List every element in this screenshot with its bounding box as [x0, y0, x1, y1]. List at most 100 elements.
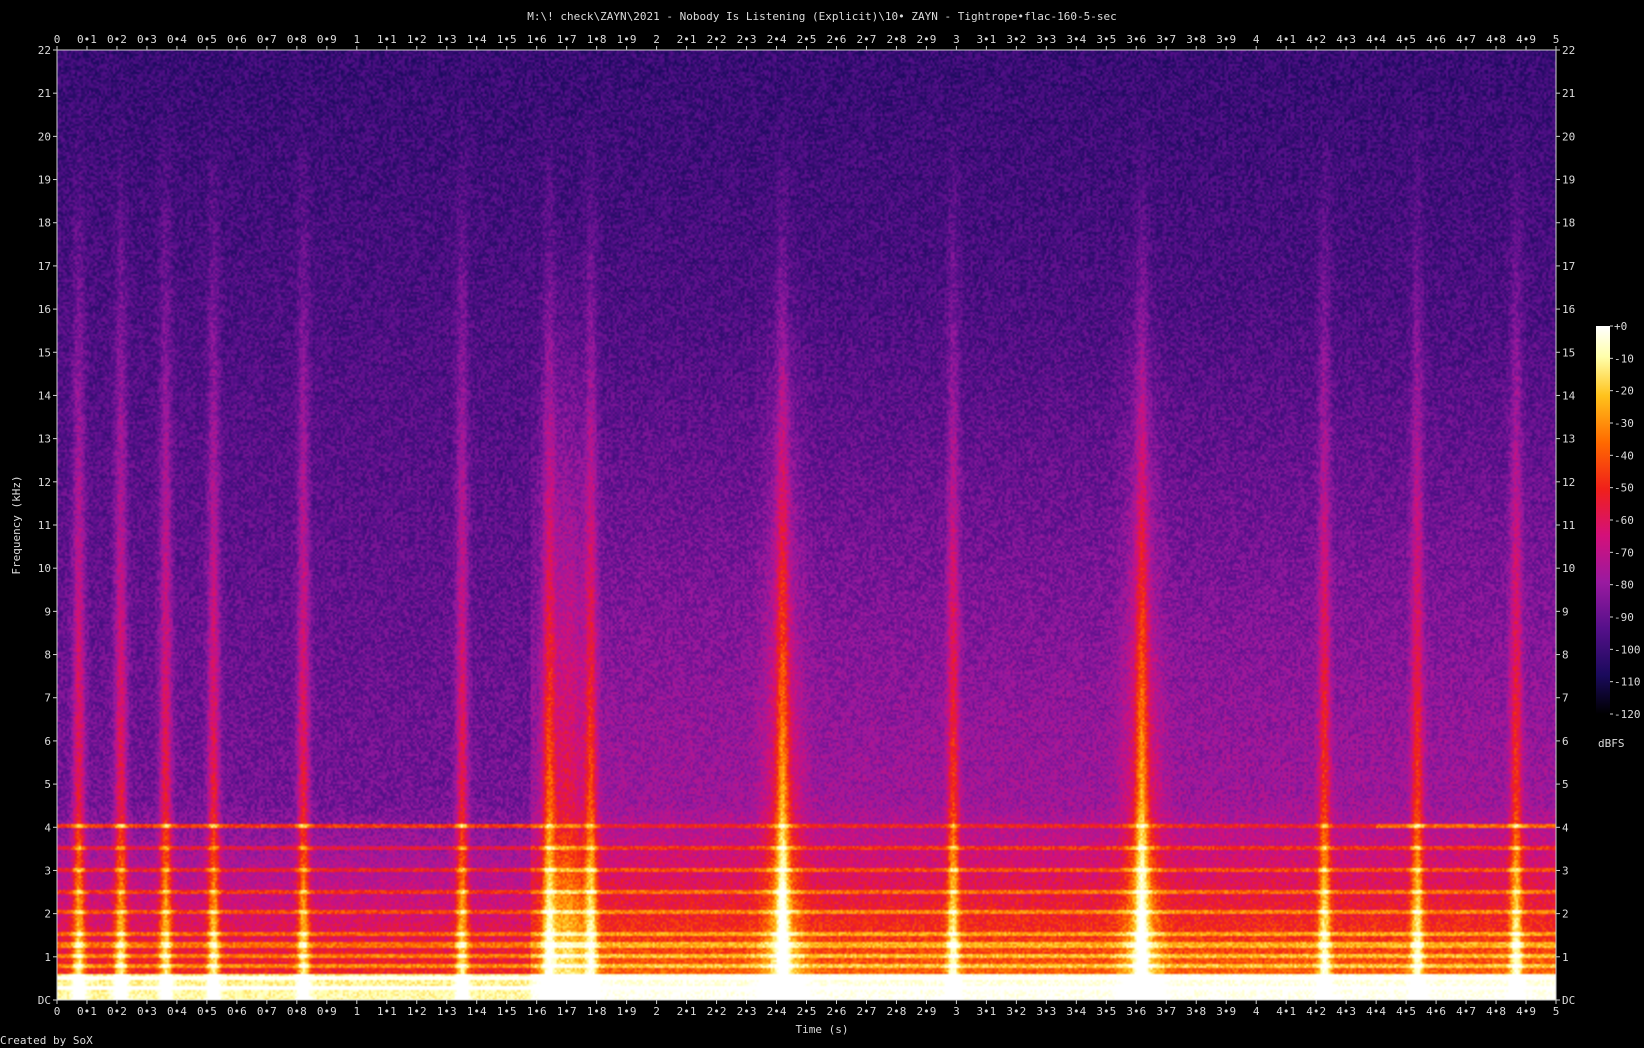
x-tick-label-bottom: 4•1 — [1276, 1005, 1296, 1018]
x-tick-label-bottom: 3•9 — [1216, 1005, 1236, 1018]
x-tick-label-top: 4•2 — [1306, 33, 1326, 46]
x-tick-label-bottom: 1•4 — [467, 1005, 487, 1018]
spectrogram-figure: M:\! check\ZAYN\2021 - Nobody Is Listeni… — [0, 10, 1641, 1047]
x-tick-label-top: 1•3 — [437, 33, 457, 46]
x-tick-label-top: 2•6 — [827, 33, 847, 46]
x-tick-label-top: 3•6 — [1126, 33, 1146, 46]
x-tick-label-top: 2•8 — [887, 33, 907, 46]
y-tick-label-left: 20 — [38, 130, 51, 143]
x-ticks-top: 0 0•1 0•2 0•3 0•4 0•5 0•6 0•7 0•8 0•9 1 1•1 1•2 1•3 1•… — [54, 33, 1559, 50]
y-tick-label-right: 10 — [1562, 562, 1575, 575]
x-tick-label-bottom: 1•1 — [377, 1005, 397, 1018]
y-tick-label-left: 13 — [38, 433, 51, 446]
y-tick-label-right: 7 — [1562, 692, 1569, 705]
x-tick-label-top: 0•1 — [77, 33, 97, 46]
x-tick-label-bottom: 4•8 — [1486, 1005, 1506, 1018]
x-tick-label-top: 3•5 — [1096, 33, 1116, 46]
x-tick-label-bottom: 0•7 — [257, 1005, 277, 1018]
colorbar-tick-label: -90 — [1614, 611, 1634, 624]
x-tick-label-bottom: 0•9 — [317, 1005, 337, 1018]
x-tick-label-bottom: 2•4 — [767, 1005, 787, 1018]
x-tick-label-bottom: 3•5 — [1096, 1005, 1116, 1018]
y-tick-label-right: 22 — [1562, 44, 1575, 57]
colorbar-ticks: +0 -10 -20 -30 -40 -50 -60 -70 -80 -90 -100 -110 -12… — [1610, 320, 1641, 721]
colorbar — [1596, 326, 1610, 714]
y-tick-label-left: 19 — [38, 174, 51, 187]
colorbar-tick-label: -40 — [1614, 449, 1634, 462]
y-tick-label-left: 11 — [38, 519, 51, 532]
x-tick-label-top: 1•1 — [377, 33, 397, 46]
x-tick-label-bottom: 3•4 — [1066, 1005, 1086, 1018]
y-tick-label-right: 1 — [1562, 951, 1569, 964]
x-tick-label-top: 2•3 — [737, 33, 757, 46]
y-tick-label-left: 6 — [44, 735, 51, 748]
y-tick-label-left: 18 — [38, 217, 51, 230]
y-ticks-left: DC12345678910111213141516171819202122 — [38, 44, 57, 1007]
colorbar-tick-label: -80 — [1614, 579, 1634, 592]
y-tick-label-right: 21 — [1562, 87, 1575, 100]
x-tick-label-top: 0 — [54, 33, 61, 46]
y-tick-label-left: DC — [38, 994, 51, 1007]
y-tick-label-right: 16 — [1562, 303, 1575, 316]
x-tick-label-top: 3•1 — [976, 33, 996, 46]
x-ticks-bottom: 0 0•1 0•2 0•3 0•4 0•5 0•6 0•7 0•8 0•9 1 1•1 1•2 1•3 1•… — [54, 1000, 1559, 1018]
x-tick-label-bottom: 2•1 — [677, 1005, 697, 1018]
x-tick-label-bottom: 2•9 — [916, 1005, 936, 1018]
y-tick-label-left: 10 — [38, 562, 51, 575]
y-tick-label-left: 7 — [44, 692, 51, 705]
y-tick-label-left: 15 — [38, 346, 51, 359]
y-tick-label-right: 3 — [1562, 864, 1569, 877]
x-tick-label-bottom: 2•2 — [707, 1005, 727, 1018]
x-tick-label-bottom: 1•9 — [617, 1005, 637, 1018]
y-tick-label-right: 4 — [1562, 821, 1569, 834]
x-tick-label-bottom: 1•3 — [437, 1005, 457, 1018]
x-tick-label-bottom: 0•3 — [137, 1005, 157, 1018]
x-tick-label-top: 0•9 — [317, 33, 337, 46]
y-tick-label-right: 2 — [1562, 908, 1569, 921]
x-tick-label-top: 4•5 — [1396, 33, 1416, 46]
colorbar-tick-label: -10 — [1614, 352, 1634, 365]
y-tick-label-right: 9 — [1562, 605, 1569, 618]
x-tick-label-top: 1•4 — [467, 33, 487, 46]
x-tick-label-top: 0•2 — [107, 33, 127, 46]
y-tick-label-right: 15 — [1562, 346, 1575, 359]
x-tick-label-top: 0•5 — [197, 33, 217, 46]
colorbar-tick-label: -50 — [1614, 482, 1634, 495]
chart-title: M:\! check\ZAYN\2021 - Nobody Is Listeni… — [527, 10, 1116, 23]
colorbar-tick-label: -20 — [1614, 385, 1634, 398]
y-tick-label-left: 22 — [38, 44, 51, 57]
x-tick-label-top: 1•5 — [497, 33, 517, 46]
x-tick-label-top: 1•7 — [557, 33, 577, 46]
y-tick-label-right: 11 — [1562, 519, 1575, 532]
x-tick-label-bottom: 1 — [353, 1005, 360, 1018]
colorbar-tick-label: -70 — [1614, 546, 1634, 559]
x-tick-label-top: 1•8 — [587, 33, 607, 46]
y-tick-label-right: 14 — [1562, 389, 1576, 402]
x-axis-label: Time (s) — [796, 1023, 849, 1036]
x-tick-label-bottom: 0•4 — [167, 1005, 187, 1018]
x-tick-label-bottom: 1•5 — [497, 1005, 517, 1018]
x-tick-label-bottom: 4•2 — [1306, 1005, 1326, 1018]
y-tick-label-right: 20 — [1562, 130, 1575, 143]
x-tick-label-top: 0•4 — [167, 33, 187, 46]
x-tick-label-top: 2•4 — [767, 33, 787, 46]
y-tick-label-right: DC — [1562, 994, 1575, 1007]
y-tick-label-left: 1 — [44, 951, 51, 964]
x-tick-label-top: 4•8 — [1486, 33, 1506, 46]
x-tick-label-top: 3•2 — [1006, 33, 1026, 46]
x-tick-label-top: 4•4 — [1366, 33, 1386, 46]
y-tick-label-right: 19 — [1562, 174, 1575, 187]
x-tick-label-bottom: 3•3 — [1036, 1005, 1056, 1018]
y-tick-label-right: 8 — [1562, 649, 1569, 662]
y-tick-label-left: 3 — [44, 864, 51, 877]
x-tick-label-top: 2 — [653, 33, 660, 46]
x-tick-label-bottom: 4•4 — [1366, 1005, 1386, 1018]
y-tick-label-left: 8 — [44, 649, 51, 662]
y-tick-label-right: 6 — [1562, 735, 1569, 748]
x-tick-label-bottom: 3•7 — [1156, 1005, 1176, 1018]
x-tick-label-bottom: 3•8 — [1186, 1005, 1206, 1018]
credit-text: Created by SoX — [0, 1034, 93, 1047]
colorbar-tick-label: -110 — [1614, 676, 1641, 689]
x-tick-label-bottom: 0•8 — [287, 1005, 307, 1018]
colorbar-tick-label: -100 — [1614, 643, 1641, 656]
